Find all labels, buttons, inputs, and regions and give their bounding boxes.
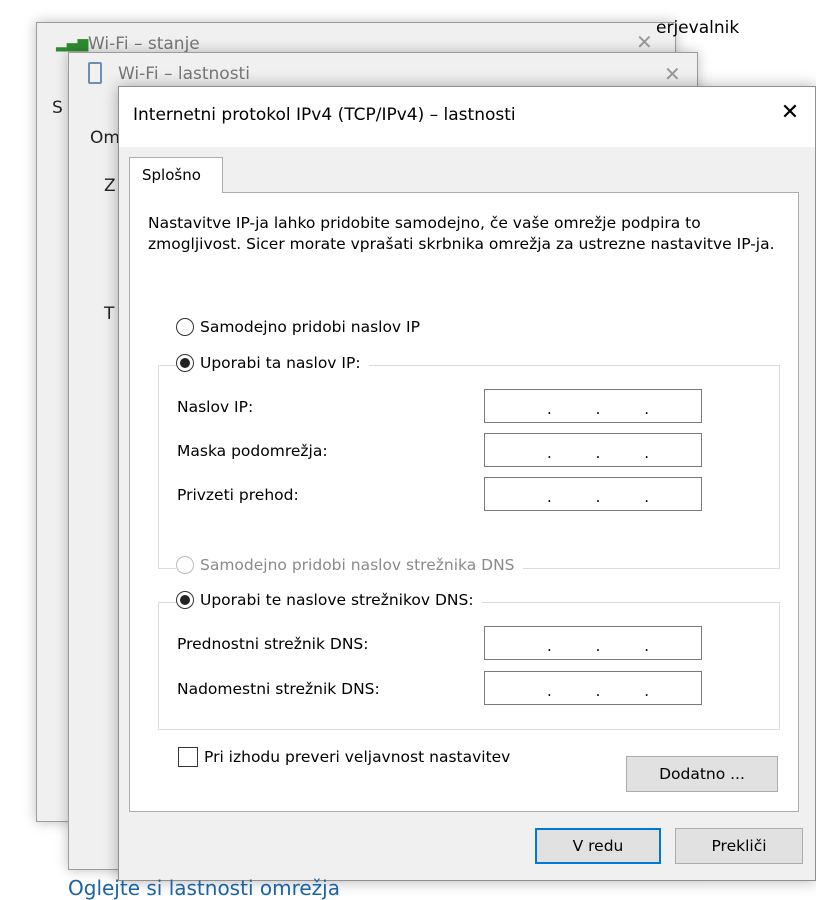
radio-unchecked-icon	[176, 318, 194, 336]
advanced-button[interactable]: Dodatno ...	[626, 756, 778, 792]
octet-separator: .	[595, 637, 601, 655]
default-gateway-input[interactable]: ...	[484, 477, 702, 511]
octet-separator: .	[644, 637, 650, 655]
dns-auto-label: Samodejno pridobi naslov strežnika DNS	[200, 556, 515, 574]
octet-separator: .	[644, 682, 650, 700]
octet-separator: .	[644, 444, 650, 462]
radio-checked-icon	[176, 354, 194, 372]
preferred-dns-label: Prednostni strežnik DNS:	[177, 635, 369, 653]
dialog-title: Internetni protokol IPv4 (TCP/IPv4) – la…	[133, 105, 516, 125]
ip-auto-radio[interactable]: Samodejno pridobi naslov IP	[176, 318, 428, 336]
octet-separator: .	[546, 488, 552, 506]
octet-separator: .	[546, 637, 552, 655]
top-text-fragment: erjevalnik	[656, 18, 740, 38]
octet-separator: .	[644, 400, 650, 418]
octet-separator: .	[595, 682, 601, 700]
validate-label: Pri izhodu preveri veljavnost nastavitev	[204, 748, 511, 766]
octet-separator: .	[595, 444, 601, 462]
radio-checked-icon	[176, 591, 194, 609]
octet-separator: .	[546, 444, 552, 462]
wifi-signal-icon: ▂▄▆	[56, 36, 89, 52]
wifi-status-title: Wi-Fi – stanje	[88, 34, 200, 54]
octet-separator: .	[595, 400, 601, 418]
dns-manual-radio[interactable]: Uporabi te naslove strežnikov DNS:	[176, 591, 482, 609]
preferred-dns-input[interactable]: ...	[484, 626, 702, 660]
wifi-status-close-icon[interactable]: ✕	[636, 30, 653, 54]
octet-separator: .	[546, 400, 552, 418]
wifi-properties-close-icon[interactable]: ✕	[664, 62, 681, 86]
ip-manual-radio[interactable]: Uporabi ta naslov IP:	[176, 354, 369, 372]
dialog-body: Splošno Nastavitve IP-ja lahko pridobite…	[119, 147, 815, 880]
subnet-mask-label: Maska podomrežja:	[177, 442, 328, 460]
checkbox-unchecked-icon	[178, 747, 198, 767]
ipv4-properties-dialog: Internetni protokol IPv4 (TCP/IPv4) – la…	[118, 86, 816, 881]
description-text: Nastavitve IP-ja lahko pridobite samodej…	[148, 214, 775, 253]
view-network-properties-link[interactable]: Oglejte si lastnosti omrežja	[68, 876, 340, 900]
close-icon[interactable]: ✕	[775, 97, 805, 129]
side-letter-t: T	[104, 304, 115, 324]
subnet-mask-input[interactable]: ...	[484, 433, 702, 467]
alternate-dns-label: Nadomestni strežnik DNS:	[177, 680, 380, 698]
side-letter-s: S	[52, 98, 63, 118]
cancel-button[interactable]: Prekliči	[675, 828, 803, 864]
general-tab-panel: Nastavitve IP-ja lahko pridobite samodej…	[129, 192, 799, 812]
default-gateway-label: Privzeti prehod:	[177, 486, 299, 504]
ip-auto-label: Samodejno pridobi naslov IP	[200, 318, 420, 336]
octet-separator: .	[595, 488, 601, 506]
octet-separator: .	[546, 682, 552, 700]
dns-manual-label: Uporabi te naslove strežnikov DNS:	[200, 591, 474, 609]
ip-address-input[interactable]: ...	[484, 389, 702, 423]
ip-address-label: Naslov IP:	[177, 398, 254, 416]
ip-manual-label: Uporabi ta naslov IP:	[200, 354, 361, 372]
radio-disabled-icon	[176, 556, 194, 574]
validate-checkbox[interactable]: Pri izhodu preveri veljavnost nastavitev	[178, 747, 510, 767]
dns-auto-radio: Samodejno pridobi naslov strežnika DNS	[176, 556, 523, 574]
props-tab-fragment: Om	[90, 128, 120, 148]
wifi-properties-title: Wi-Fi – lastnosti	[118, 64, 250, 84]
dns-manual-group	[158, 602, 780, 730]
side-letter-z: Z	[104, 176, 116, 196]
octet-separator: .	[644, 488, 650, 506]
network-adapter-icon	[88, 62, 102, 84]
ok-button[interactable]: V redu	[535, 828, 661, 864]
alternate-dns-input[interactable]: ...	[484, 671, 702, 705]
tab-general[interactable]: Splošno	[129, 157, 223, 193]
